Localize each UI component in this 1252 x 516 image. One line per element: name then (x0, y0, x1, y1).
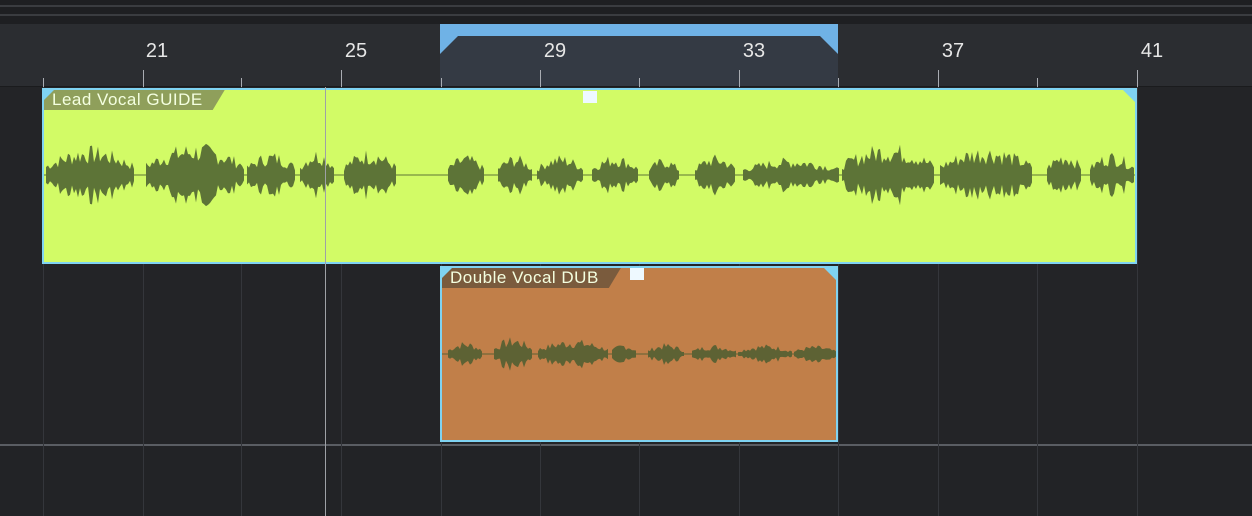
loop-end-handle[interactable] (820, 36, 838, 54)
clip-title: Double Vocal DUB (442, 268, 621, 288)
top-bar-line (0, 14, 1252, 16)
waveform-segment (743, 157, 839, 193)
ruler-tick (441, 78, 442, 87)
waveform-segment (448, 342, 482, 366)
waveform-segment (538, 339, 608, 369)
ruler-tick (639, 78, 640, 87)
clip-volume-handle[interactable] (583, 91, 597, 103)
waveform-segment (344, 150, 396, 200)
waveform-segment (612, 345, 636, 363)
waveform-segment (738, 344, 792, 364)
ruler-bar-number: 29 (543, 40, 567, 62)
waveform-segment (842, 144, 934, 206)
audio-clip-double-vocal[interactable]: Double Vocal DUB (440, 266, 838, 442)
ruler-tick (838, 78, 839, 87)
waveform-segment (300, 151, 334, 199)
ruler-tick (241, 78, 242, 87)
track-lane-3[interactable] (0, 444, 1252, 516)
waveform-segment (537, 155, 583, 195)
waveform-segment (648, 343, 684, 365)
waveform (44, 143, 1135, 207)
grid-line (1137, 87, 1138, 516)
waveform-segment (494, 337, 532, 371)
waveform-segment (448, 155, 484, 195)
loop-range-bar[interactable] (440, 24, 838, 36)
waveform-segment (592, 156, 638, 194)
ruler-tick (540, 70, 541, 87)
ruler-tick (938, 70, 939, 87)
ruler-tick (43, 78, 44, 87)
ruler-tick (739, 70, 740, 87)
loop-start-handle[interactable] (440, 36, 458, 54)
top-bar-line (0, 5, 1252, 7)
ruler-tick (1137, 70, 1138, 87)
clip-fade-in-handle[interactable] (442, 268, 452, 278)
top-bar (0, 0, 1252, 24)
waveform-segment (695, 154, 735, 196)
clip-title: Lead Vocal GUIDE (44, 90, 225, 110)
playhead[interactable] (325, 87, 326, 516)
ruler-bar-number: 25 (344, 40, 368, 62)
clip-fade-out-handle[interactable] (824, 268, 836, 280)
waveform-segment (794, 345, 836, 363)
audio-clip-lead-vocal[interactable]: Lead Vocal GUIDE (42, 88, 1137, 264)
clip-fade-out-handle[interactable] (1123, 90, 1135, 102)
waveform-segment (146, 143, 244, 207)
waveform-segment (940, 150, 1032, 200)
ruler-bar-number: 33 (742, 40, 766, 62)
ruler-tick (341, 70, 342, 87)
ruler-tick (1037, 78, 1038, 87)
clip-fade-in-handle[interactable] (44, 90, 54, 100)
waveform-segment (498, 155, 532, 195)
ruler-bar-number: 41 (1140, 40, 1164, 62)
ruler-bar-number: 21 (145, 40, 169, 62)
waveform-segment (1090, 153, 1134, 197)
ruler-bar-number: 37 (941, 40, 965, 62)
waveform (442, 337, 836, 371)
ruler-tick (143, 70, 144, 87)
clip-volume-handle[interactable] (630, 268, 644, 280)
waveform-segment (649, 159, 679, 191)
waveform-segment (692, 345, 736, 363)
waveform-segment (1047, 157, 1081, 193)
waveform-segment (247, 153, 295, 197)
waveform-segment (46, 145, 134, 205)
